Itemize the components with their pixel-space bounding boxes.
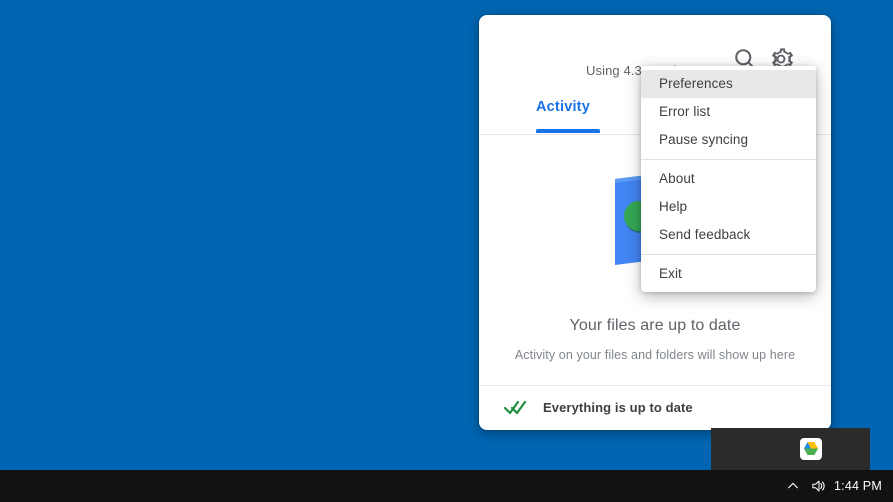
taskbar: 1:44 PM bbox=[0, 470, 893, 502]
google-drive-icon[interactable] bbox=[800, 438, 822, 460]
settings-context-menu: Preferences Error list Pause syncing Abo… bbox=[641, 66, 816, 292]
menu-separator bbox=[641, 159, 816, 160]
chevron-up-icon[interactable] bbox=[780, 470, 806, 502]
tab-activity[interactable]: Activity bbox=[536, 99, 590, 115]
menu-separator bbox=[641, 254, 816, 255]
sync-status-text: Everything is up to date bbox=[543, 400, 693, 415]
system-tray-overflow-panel bbox=[711, 428, 870, 470]
tab-activity-indicator bbox=[536, 129, 600, 133]
double-check-icon bbox=[503, 397, 527, 417]
menu-item-pause-syncing[interactable]: Pause syncing bbox=[641, 126, 816, 154]
menu-item-help[interactable]: Help bbox=[641, 193, 816, 221]
empty-state-subtitle: Activity on your files and folders will … bbox=[514, 348, 796, 362]
menu-item-error-list[interactable]: Error list bbox=[641, 98, 816, 126]
empty-state-title: Your files are up to date bbox=[569, 317, 741, 334]
menu-item-preferences[interactable]: Preferences bbox=[641, 70, 816, 98]
taskbar-clock[interactable]: 1:44 PM bbox=[834, 470, 882, 502]
menu-item-exit[interactable]: Exit bbox=[641, 260, 816, 288]
menu-item-about[interactable]: About bbox=[641, 165, 816, 193]
card-status-footer: Everything is up to date bbox=[479, 385, 831, 430]
speaker-icon[interactable] bbox=[806, 470, 832, 502]
menu-item-send-feedback[interactable]: Send feedback bbox=[641, 221, 816, 249]
card-header: Using 4.3GB of 15.0GB bbox=[479, 15, 831, 78]
